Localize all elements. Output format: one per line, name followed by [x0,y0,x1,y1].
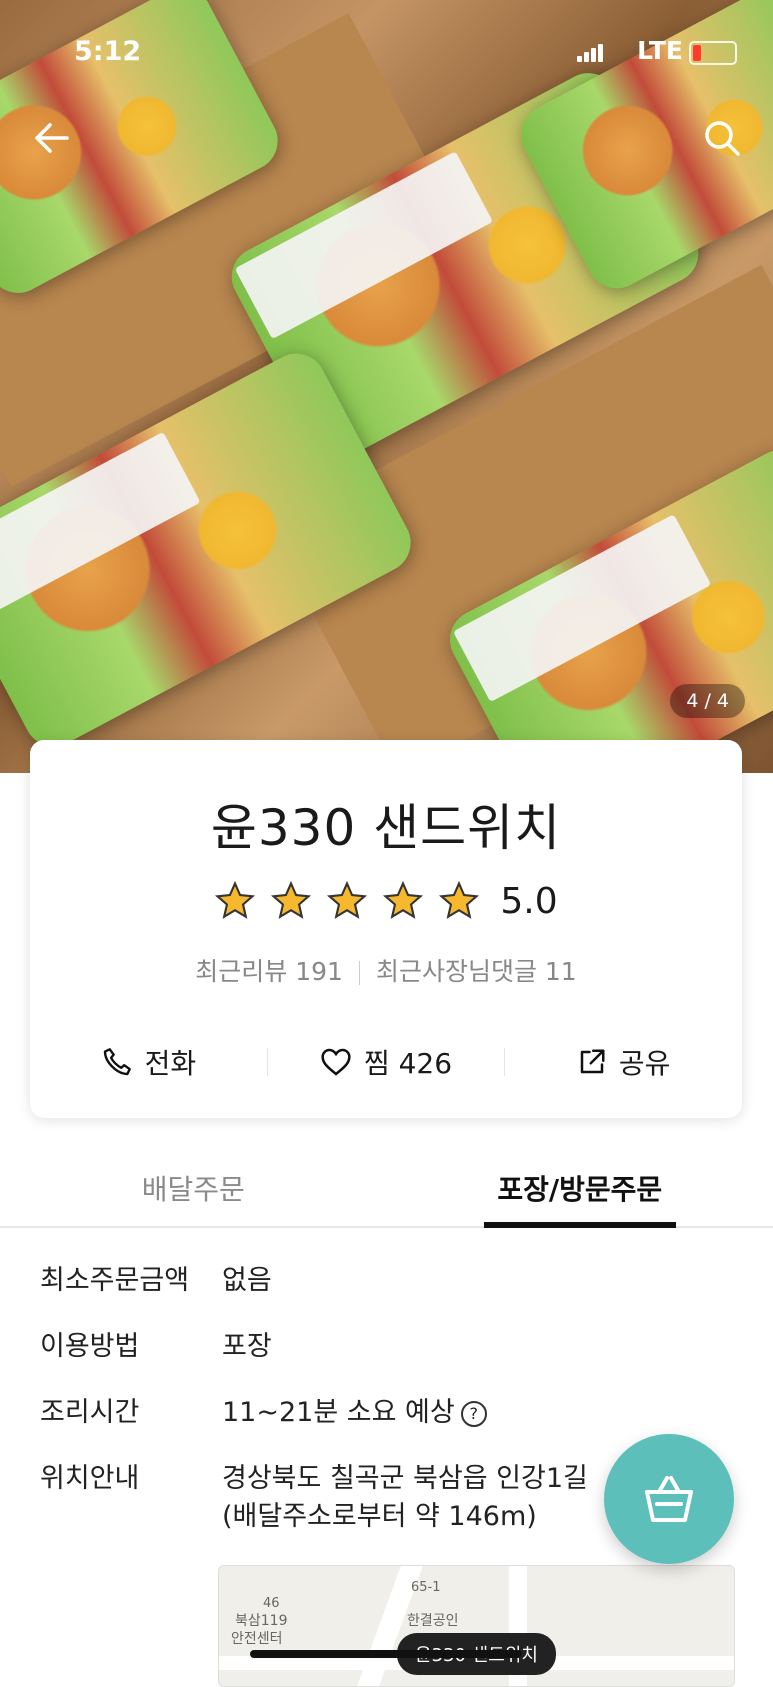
share-icon [577,1047,607,1077]
map-poi-label: 한결공인 [407,1610,459,1630]
min-order-label: 최소주문금액 [40,1262,222,1300]
cook-time-value: 11~21분 소요 예상 [222,1397,455,1428]
share-label: 공유 [619,1042,671,1082]
action-bar: 전화 찜 426 공유 [30,1032,742,1092]
map-poi-label: 북삼119 [235,1610,287,1630]
star-icon [326,880,368,922]
star-icon [214,880,256,922]
like-button[interactable]: 찜 426 [268,1032,505,1092]
min-order-row: 최소주문금액 없음 [40,1262,740,1300]
location-map[interactable]: 46 북삼119 안전센터 65-1 한결공인 윤330 샌드위치 [218,1565,735,1687]
location-label: 위치안내 [40,1460,222,1536]
status-time: 5:12 [74,36,141,67]
search-icon [703,119,741,157]
cook-time-row: 조리시간 11~21분 소요 예상? [40,1394,740,1432]
back-button[interactable] [26,112,78,164]
battery-icon [689,41,737,65]
cook-time-value-wrap: 11~21분 소요 예상? [222,1394,740,1432]
star-icon [270,880,312,922]
cook-time-label: 조리시간 [40,1394,222,1432]
share-button[interactable]: 공유 [505,1032,742,1092]
call-label: 전화 [145,1042,197,1082]
back-arrow-icon [34,122,70,154]
map-number: 46 [263,1596,280,1611]
signal-icon [577,42,605,62]
tab-pickup[interactable]: 포장/방문주문 [387,1150,773,1226]
star-icon [438,880,480,922]
status-bar: 5:12 LTE [0,0,773,100]
heart-icon [320,1047,352,1077]
store-info-card: 윤330 샌드위치 5.0 최근리뷰 191 최근사장님댓글 11 전화 찜 42… [30,740,742,1118]
map-poi-label: 안전센터 [231,1628,283,1648]
method-value: 포장 [222,1328,740,1366]
search-button[interactable] [696,112,748,164]
like-label: 찜 426 [364,1042,452,1082]
owner-comment-count-link[interactable]: 최근사장님댓글 11 [376,957,577,986]
review-stats: 최근리뷰 191 최근사장님댓글 11 [30,952,742,988]
rating: 5.0 [30,880,742,922]
divider [359,961,360,985]
review-count-link[interactable]: 최근리뷰 191 [195,957,343,986]
map-number: 65-1 [411,1580,441,1595]
rating-score: 5.0 [500,881,557,922]
min-order-value: 없음 [222,1262,740,1300]
shopping-basket-icon [641,1474,697,1524]
phone-icon [101,1046,133,1078]
method-label: 이용방법 [40,1328,222,1366]
help-icon[interactable]: ? [461,1401,487,1427]
star-icon [382,880,424,922]
method-row: 이용방법 포장 [40,1328,740,1366]
cart-button[interactable] [604,1434,734,1564]
network-label: LTE [637,36,683,65]
call-button[interactable]: 전화 [30,1032,267,1092]
tab-delivery[interactable]: 배달주문 [0,1150,387,1226]
order-type-tabs: 배달주문 포장/방문주문 [0,1150,773,1228]
home-indicator [250,1650,522,1658]
store-photo[interactable] [0,0,773,773]
gallery-counter: 4 / 4 [670,684,745,718]
store-name: 윤330 샌드위치 [30,788,742,860]
